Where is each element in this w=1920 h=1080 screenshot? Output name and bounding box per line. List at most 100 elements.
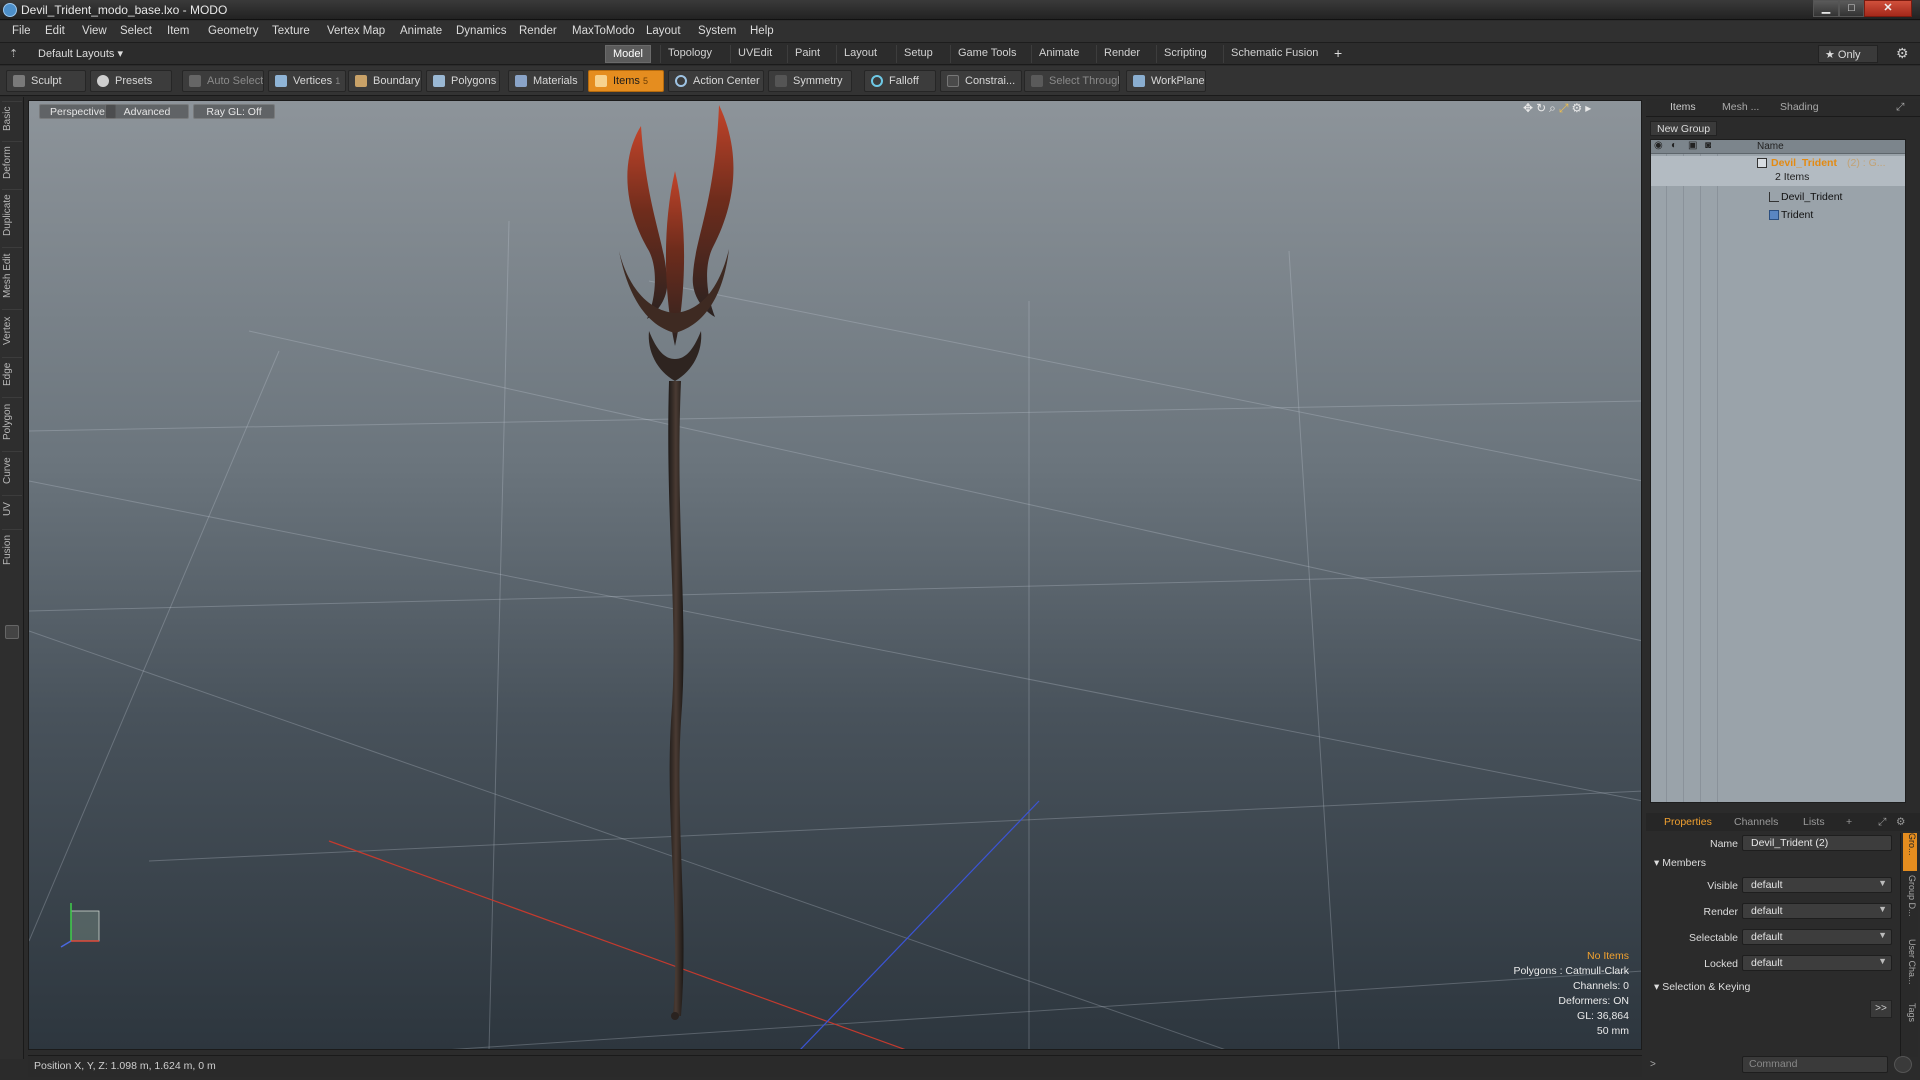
tab-vertex[interactable]: Vertex bbox=[2, 309, 22, 351]
side-tab-group[interactable]: Gro... bbox=[1903, 833, 1917, 871]
tab-uv[interactable]: UV bbox=[2, 495, 22, 523]
fit-icon[interactable]: ⤢ bbox=[1559, 101, 1572, 115]
side-tab-user-channels[interactable]: User Cha... bbox=[1903, 939, 1917, 999]
gear-icon[interactable]: ⚙ bbox=[1896, 816, 1905, 828]
tab-render[interactable]: Render bbox=[1096, 45, 1147, 63]
visible-dropdown[interactable]: default ▼ bbox=[1742, 877, 1892, 893]
expand-panel-icon[interactable]: ⤢ bbox=[1878, 816, 1886, 829]
add-tab-button[interactable]: + bbox=[1334, 45, 1342, 61]
tree-row-item[interactable]: Trident bbox=[1651, 207, 1905, 224]
expand-button[interactable]: >> bbox=[1870, 1000, 1892, 1018]
tool-palette-toggle[interactable] bbox=[5, 625, 19, 639]
menu-maxtomodo[interactable]: MaxToModo bbox=[572, 25, 635, 37]
tab-mesh[interactable]: Mesh ... bbox=[1722, 101, 1759, 113]
menu-help[interactable]: Help bbox=[750, 25, 774, 37]
render-icon[interactable]: ◐ bbox=[1671, 140, 1677, 151]
zoom-icon[interactable]: ⌕ bbox=[1549, 101, 1559, 115]
presets-button[interactable]: Presets bbox=[90, 70, 172, 92]
default-layouts-dropdown[interactable]: Default Layouts ▾ bbox=[38, 47, 123, 60]
gear-icon[interactable]: ⚙ bbox=[1896, 45, 1909, 62]
tab-game-tools[interactable]: Game Tools bbox=[950, 45, 1024, 63]
menu-item[interactable]: Item bbox=[167, 25, 189, 37]
rotate-icon[interactable]: ↻ bbox=[1536, 101, 1549, 115]
select-through-button[interactable]: Select Through bbox=[1024, 70, 1120, 92]
boundary-button[interactable]: Boundary bbox=[348, 70, 422, 92]
menu-layout[interactable]: Layout bbox=[646, 25, 681, 37]
selectable-icon[interactable]: ◙ bbox=[1705, 140, 1711, 151]
menu-texture[interactable]: Texture bbox=[272, 25, 310, 37]
tab-mesh-edit[interactable]: Mesh Edit bbox=[2, 247, 22, 303]
tab-layout[interactable]: Layout bbox=[836, 45, 884, 63]
render-dropdown[interactable]: default ▼ bbox=[1742, 903, 1892, 919]
sculpt-button[interactable]: Sculpt bbox=[6, 70, 86, 92]
tab-properties[interactable]: Properties bbox=[1664, 816, 1712, 828]
tab-basic[interactable]: Basic bbox=[2, 101, 22, 135]
menu-geometry[interactable]: Geometry bbox=[208, 25, 259, 37]
viewport-menu-icon[interactable]: ▸ bbox=[1585, 101, 1594, 115]
menu-dynamics[interactable]: Dynamics bbox=[456, 25, 506, 37]
tab-polygon[interactable]: Polygon bbox=[2, 397, 22, 445]
tab-shading[interactable]: Shading bbox=[1780, 101, 1819, 113]
tab-deform[interactable]: Deform bbox=[2, 141, 22, 183]
selection-keying-section-header[interactable]: ▾ Selection & Keying bbox=[1654, 981, 1750, 993]
locked-dropdown[interactable]: default ▼ bbox=[1742, 955, 1892, 971]
falloff-button[interactable]: Falloff bbox=[864, 70, 936, 92]
items-button[interactable]: Items 5 bbox=[588, 70, 664, 92]
add-tab-button[interactable]: + bbox=[1846, 816, 1852, 828]
shading-mode-button[interactable]: Advanced bbox=[105, 104, 189, 119]
materials-button[interactable]: Materials bbox=[508, 70, 584, 92]
menu-animate[interactable]: Animate bbox=[400, 25, 442, 37]
menu-file[interactable]: File bbox=[12, 25, 31, 37]
command-input[interactable]: Command bbox=[1742, 1056, 1888, 1073]
tab-edge[interactable]: Edge bbox=[2, 357, 22, 391]
tab-paint[interactable]: Paint bbox=[787, 45, 827, 63]
tab-topology[interactable]: Topology bbox=[660, 45, 719, 63]
layout-arrow-icon[interactable]: ⇡ bbox=[9, 47, 18, 60]
viewport-settings-icon[interactable]: ⚙ bbox=[1571, 101, 1585, 115]
tab-animate[interactable]: Animate bbox=[1031, 45, 1086, 63]
menu-edit[interactable]: Edit bbox=[45, 25, 65, 37]
members-section-header[interactable]: ▾ Members bbox=[1654, 857, 1706, 869]
selectable-dropdown[interactable]: default ▼ bbox=[1742, 929, 1892, 945]
tree-row-item[interactable]: Devil_Trident bbox=[1651, 189, 1905, 206]
name-field[interactable]: Devil_Trident (2) bbox=[1742, 835, 1892, 851]
close-button[interactable]: ✕ bbox=[1864, 0, 1912, 17]
only-toggle[interactable]: ★ Only bbox=[1818, 45, 1878, 63]
tab-schematic-fusion[interactable]: Schematic Fusion bbox=[1223, 45, 1325, 63]
pan-icon[interactable]: ✥ bbox=[1523, 101, 1536, 115]
tab-scripting[interactable]: Scripting bbox=[1156, 45, 1214, 63]
tab-curve[interactable]: Curve bbox=[2, 451, 22, 489]
constraints-button[interactable]: Constrai... bbox=[940, 70, 1022, 92]
lock-icon[interactable]: ▣ bbox=[1688, 140, 1697, 151]
tab-channels[interactable]: Channels bbox=[1734, 816, 1778, 828]
tree-row-group[interactable]: Devil_Trident (2) : G... 2 Items bbox=[1651, 156, 1905, 186]
menu-system[interactable]: System bbox=[698, 25, 736, 37]
tab-uvedit[interactable]: UVEdit bbox=[730, 45, 779, 63]
menu-view[interactable]: View bbox=[82, 25, 107, 37]
workplane-button[interactable]: WorkPlane bbox=[1126, 70, 1206, 92]
minimize-button[interactable]: ▁ bbox=[1813, 0, 1839, 17]
side-tab-tags[interactable]: Tags bbox=[1903, 1003, 1917, 1033]
menu-render[interactable]: Render bbox=[519, 25, 557, 37]
command-history-icon[interactable] bbox=[1894, 1056, 1912, 1073]
symmetry-button[interactable]: Symmetry bbox=[768, 70, 852, 92]
maximize-button[interactable]: □ bbox=[1839, 0, 1864, 17]
tab-setup[interactable]: Setup bbox=[896, 45, 940, 63]
action-center-button[interactable]: Action Center bbox=[668, 70, 764, 92]
raygl-button[interactable]: Ray GL: Off bbox=[193, 104, 275, 119]
item-list-tree[interactable]: ◉ ◐ ▣ ◙ Name Devil_Trident (2) : G... 2 … bbox=[1650, 139, 1906, 803]
menu-vertex-map[interactable]: Vertex Map bbox=[327, 25, 385, 37]
3d-viewport[interactable]: Perspective Advanced Ray GL: Off ✥↻⌕⤢⚙▸ … bbox=[28, 100, 1642, 1050]
tab-fusion[interactable]: Fusion bbox=[2, 529, 22, 569]
tab-lists[interactable]: Lists bbox=[1803, 816, 1825, 828]
tab-duplicate[interactable]: Duplicate bbox=[2, 189, 22, 241]
new-group-button[interactable]: New Group bbox=[1650, 121, 1718, 136]
eye-icon[interactable]: ◉ bbox=[1654, 140, 1663, 151]
tab-items[interactable]: Items bbox=[1670, 101, 1696, 113]
polygons-button[interactable]: Polygons bbox=[426, 70, 500, 92]
vertices-button[interactable]: Vertices 1 bbox=[268, 70, 346, 92]
side-tab-group-display[interactable]: Group D... bbox=[1903, 875, 1917, 935]
expand-panel-icon[interactable]: ⤢ bbox=[1896, 101, 1904, 114]
auto-select-button[interactable]: Auto Select bbox=[182, 70, 264, 92]
menu-select[interactable]: Select bbox=[120, 25, 152, 37]
